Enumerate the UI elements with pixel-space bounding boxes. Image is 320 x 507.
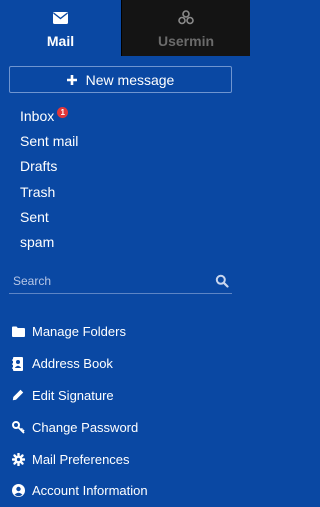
new-message-button[interactable]: New message [9, 66, 232, 93]
folder-label: Sent mail [20, 133, 79, 150]
gear-icon [11, 452, 25, 466]
folder-label: spam [20, 233, 55, 250]
top-tabs: Mail Usermin [0, 0, 250, 56]
menu-item-mail-preferences[interactable]: Mail Preferences [11, 443, 148, 475]
key-icon [11, 420, 25, 434]
menu-item-account-information[interactable]: Account Information [11, 475, 148, 507]
menu-item-label: Edit Signature [32, 387, 114, 403]
folder-label: Inbox [20, 108, 55, 124]
folder-label: Trash [20, 183, 56, 200]
tab-mail[interactable]: Mail [0, 0, 121, 56]
user-circle-icon [11, 484, 25, 498]
search-input[interactable] [9, 273, 215, 288]
menu-item-label: Change Password [32, 419, 139, 435]
menu-item-label: Mail Preferences [32, 451, 130, 467]
folder-item-spam[interactable]: spam [20, 231, 78, 256]
folder-item-drafts[interactable]: Drafts [20, 155, 78, 180]
tab-mail-label: Mail [46, 33, 75, 49]
menu-item-label: Manage Folders [32, 324, 126, 340]
unread-badge: 1 [57, 107, 69, 118]
menu-item-label: Account Information [32, 483, 148, 499]
tools-menu: Manage Folders Address Book Edit Signatu… [11, 316, 148, 507]
tab-usermin-label: Usermin [157, 33, 215, 49]
folder-item-sent-mail[interactable]: Sent mail [20, 130, 78, 155]
folder-item-inbox[interactable]: Inbox 1 [20, 105, 78, 130]
folder-label: Drafts [20, 158, 58, 175]
folder-label: Sent [20, 208, 49, 225]
webmin-logo-icon [177, 9, 195, 27]
folder-icon [11, 325, 25, 339]
menu-item-manage-folders[interactable]: Manage Folders [11, 316, 148, 348]
menu-item-edit-signature[interactable]: Edit Signature [11, 380, 148, 412]
search-icon[interactable] [215, 274, 229, 288]
search-box [9, 268, 232, 294]
folder-item-sent[interactable]: Sent [20, 206, 78, 231]
new-message-label: New message [85, 71, 175, 88]
tab-usermin[interactable]: Usermin [121, 0, 250, 56]
menu-item-label: Address Book [32, 356, 113, 372]
folder-item-trash[interactable]: Trash [20, 181, 78, 206]
menu-item-address-book[interactable]: Address Book [11, 348, 148, 380]
plus-icon [66, 74, 77, 85]
address-book-icon [11, 356, 25, 371]
folder-list: Inbox 1 Sent mail Drafts Trash Sent spam [20, 105, 78, 256]
envelope-icon [53, 9, 68, 27]
menu-item-change-password[interactable]: Change Password [11, 411, 148, 443]
pencil-icon [11, 388, 25, 402]
